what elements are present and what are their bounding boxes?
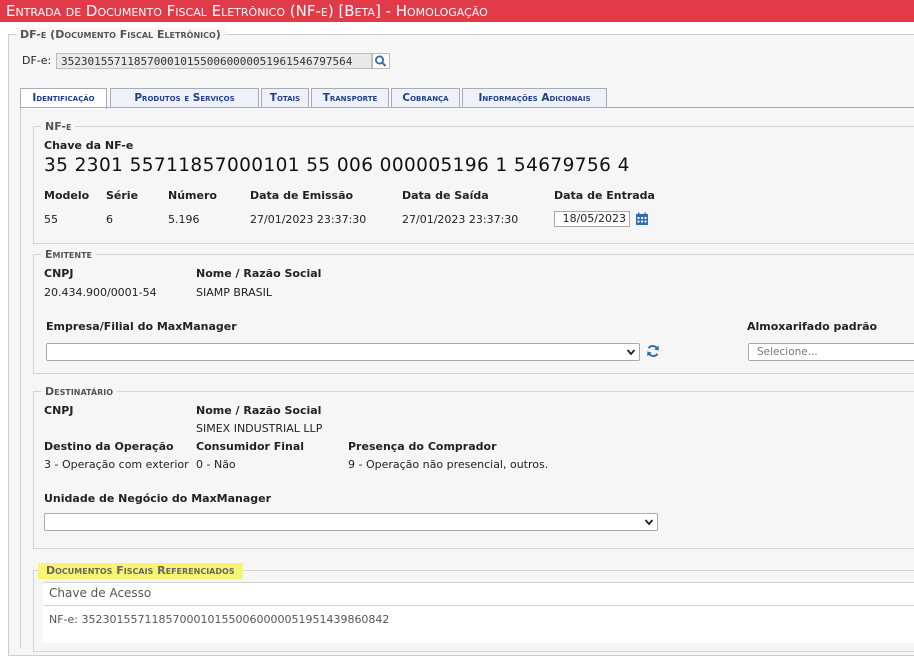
destinatario-legend: Destinatário (41, 385, 118, 398)
chevron-down-icon (626, 349, 636, 356)
modelo-value: 55 (44, 213, 58, 226)
tab-divider (20, 107, 914, 108)
window-title: Entrada de Documento Fiscal Eletrônico (… (6, 2, 488, 20)
tab-totais[interactable]: Totais (261, 88, 309, 107)
consumidor-final-label: Consumidor Final (196, 440, 305, 453)
destinatario-cnpj-label: CNPJ (44, 404, 74, 417)
emitente-legend: Emitente (41, 248, 96, 261)
data-saida-value: 27/01/2023 23:37:30 (402, 213, 519, 226)
data-saida-label: Data de Saída (402, 189, 489, 202)
chevron-down-icon (644, 519, 654, 526)
destino-operacao-label: Destino da Operação (44, 440, 174, 453)
almoxarifado-select[interactable]: Selecione... (748, 343, 914, 361)
numero-label: Número (168, 189, 217, 202)
dfe-legend: DF-e (Documento Fiscal Eletrônico) (16, 28, 225, 41)
modelo-label: Modelo (44, 189, 90, 202)
tab-cobranca[interactable]: Cobrança (391, 88, 460, 107)
nfe-section (33, 126, 914, 244)
tab-informacoes-adicionais[interactable]: Informações Adicionais (462, 88, 607, 107)
presenca-comprador-label: Presença do Comprador (348, 440, 497, 453)
almoxarifado-placeholder: Selecione... (757, 346, 818, 358)
emitente-nome-value: SIAMP BRASIL (196, 286, 272, 299)
destinatario-nome-value: SIMEX INDUSTRIAL LLP (196, 422, 323, 435)
chave-acesso-column-header: Chave de Acesso (49, 586, 152, 600)
unidade-negocio-label: Unidade de Negócio do MaxManager (44, 492, 272, 505)
numero-value: 5.196 (168, 213, 200, 226)
data-entrada-input[interactable]: 18/05/2023 (554, 211, 630, 227)
emitente-cnpj-label: CNPJ (44, 267, 74, 280)
data-emissao-label: Data de Emissão (250, 189, 354, 202)
destinatario-nome-label: Nome / Razão Social (196, 404, 322, 417)
calendar-icon[interactable] (635, 212, 649, 226)
tab-identificacao[interactable]: Identificação (20, 88, 107, 109)
dfe-key-input[interactable]: 3523015571185700010155006000005196154679… (56, 53, 372, 69)
emitente-cnpj-value: 20.434.900/0001-54 (44, 286, 157, 299)
presenca-comprador-value: 9 - Operação não presencial, outros. (348, 458, 549, 471)
table-header: Chave de Acesso (43, 583, 914, 606)
nfe-legend: NF-e (41, 120, 76, 133)
tab-transporte[interactable]: Transporte (311, 88, 389, 107)
dfe-label: DF-e: (22, 54, 52, 67)
data-emissao-value: 27/01/2023 23:37:30 (250, 213, 367, 226)
empresa-filial-select[interactable] (46, 343, 640, 361)
empresa-filial-label: Empresa/Filial do MaxManager (46, 320, 237, 333)
destino-operacao-value: 3 - Operação com exterior (44, 458, 189, 471)
refresh-icon[interactable] (646, 344, 660, 358)
chave-value: 35 2301 55711857000101 55 006 000005196 … (44, 155, 630, 176)
docs-referenciados-legend: Documentos Fiscais Referenciados (38, 563, 243, 579)
search-button[interactable] (372, 53, 390, 69)
data-entrada-label: Data de Entrada (554, 189, 655, 202)
chave-label: Chave da NF-e (44, 139, 134, 152)
unidade-negocio-select[interactable] (44, 513, 658, 531)
serie-label: Série (106, 189, 139, 202)
window-title-bar: Entrada de Documento Fiscal Eletrônico (… (0, 0, 914, 22)
almoxarifado-label: Almoxarifado padrão (747, 320, 878, 333)
serie-value: 6 (106, 213, 113, 226)
search-icon (375, 55, 387, 67)
tab-produtos-servicos[interactable]: Produtos e Serviços (110, 88, 259, 107)
chave-acesso-cell: NF-e: 3523015571185700010155006000005195… (49, 613, 390, 626)
consumidor-final-value: 0 - Não (196, 458, 236, 471)
docs-referenciados-table: Chave de Acesso NF-e: 352301557118570001… (43, 582, 914, 643)
emitente-nome-label: Nome / Razão Social (196, 267, 322, 280)
